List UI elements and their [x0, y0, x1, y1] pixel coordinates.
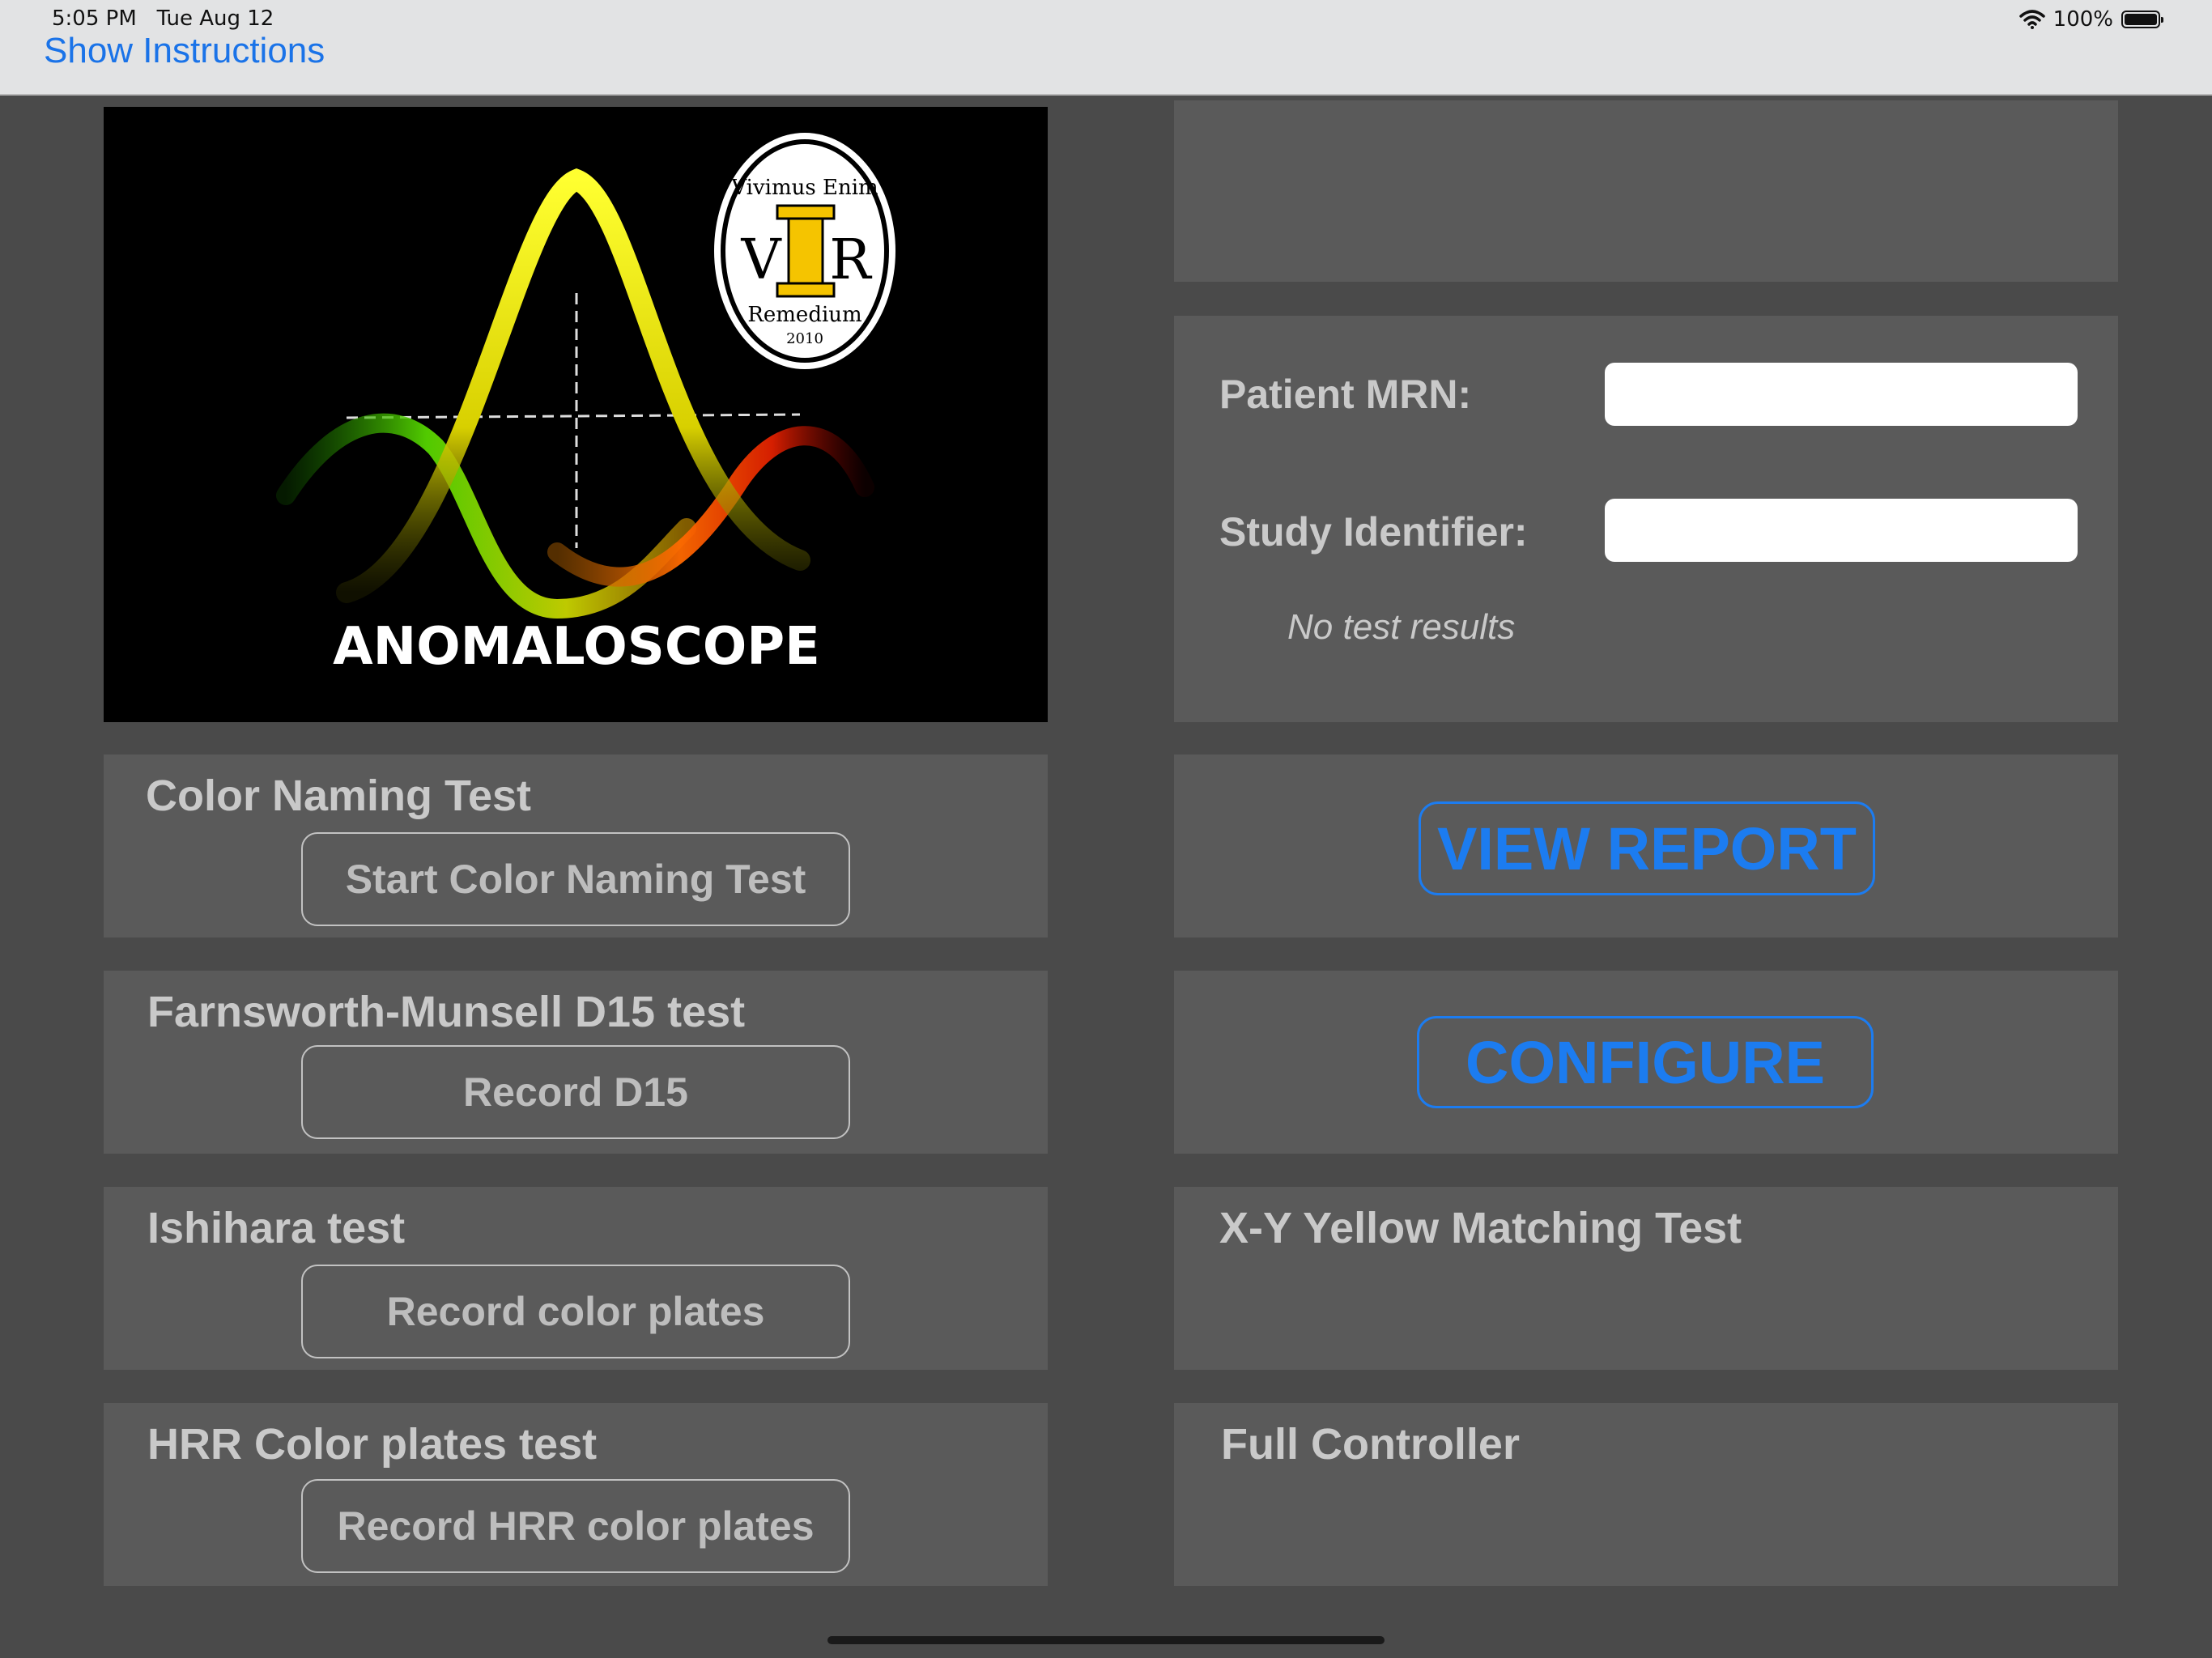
ishihara-panel: Ishihara test Record color plates — [104, 1187, 1048, 1370]
logo-artwork: Vivimus Enim V I R Remedium 2010 ANOMALO… — [276, 133, 895, 677]
wifi-icon — [2018, 10, 2045, 29]
battery-percent: 100% — [2052, 7, 2113, 32]
ishihara-title: Ishihara test — [147, 1204, 406, 1252]
seal-year: 2010 — [786, 330, 823, 347]
patient-info-panel: Patient MRN: Study Identifier: No test r… — [1174, 316, 2118, 722]
status-clock: 5:05 PM — [52, 6, 137, 31]
view-report-panel: VIEW REPORT — [1174, 755, 2118, 937]
patient-mrn-label: Patient MRN: — [1219, 372, 1472, 417]
show-instructions-button[interactable]: Show Instructions — [44, 31, 325, 71]
status-time: 5:05 PM Tue Aug 12 — [52, 6, 274, 31]
battery-icon — [2121, 11, 2163, 28]
start-color-naming-button[interactable]: Start Color Naming Test — [301, 832, 850, 926]
patient-mrn-input[interactable] — [1605, 363, 2078, 426]
full-controller-title: Full Controller — [1221, 1420, 1520, 1469]
seal-emblem: Vivimus Enim V I R Remedium 2010 — [714, 133, 895, 369]
seal-bottom-text: Remedium — [747, 303, 861, 327]
record-d15-button[interactable]: Record D15 — [301, 1045, 850, 1139]
hrr-title: HRR Color plates test — [147, 1420, 598, 1469]
color-naming-title: Color Naming Test — [146, 772, 532, 820]
seal-top-text: Vivimus Enim — [730, 176, 878, 200]
xy-yellow-panel[interactable]: X-Y Yellow Matching Test — [1174, 1187, 2118, 1370]
configure-button[interactable]: CONFIGURE — [1417, 1016, 1874, 1108]
logo-title: ANOMALOSCOPE — [333, 617, 820, 677]
d15-title: Farnsworth-Munsell D15 test — [147, 988, 746, 1036]
no-results-text: No test results — [1287, 607, 1516, 647]
configure-panel: CONFIGURE — [1174, 971, 2118, 1154]
study-identifier-label: Study Identifier: — [1219, 509, 1528, 555]
seal-left-letter: V — [740, 228, 782, 292]
home-indicator[interactable] — [827, 1636, 1385, 1644]
status-indicators: 100% — [2018, 6, 2163, 32]
seal-right-letter: R — [829, 228, 872, 292]
study-identifier-input[interactable] — [1605, 499, 2078, 562]
xy-yellow-title: X-Y Yellow Matching Test — [1219, 1204, 1742, 1252]
record-color-plates-button[interactable]: Record color plates — [301, 1265, 850, 1358]
full-controller-panel[interactable]: Full Controller — [1174, 1403, 2118, 1586]
color-naming-panel: Color Naming Test Start Color Naming Tes… — [104, 755, 1048, 937]
record-hrr-plates-button[interactable]: Record HRR color plates — [301, 1479, 850, 1573]
horizontal-dashed-line — [346, 413, 801, 419]
top-right-panel — [1174, 100, 2118, 282]
view-report-button[interactable]: VIEW REPORT — [1419, 801, 1875, 895]
hrr-panel: HRR Color plates test Record HRR color p… — [104, 1403, 1048, 1586]
d15-panel: Farnsworth-Munsell D15 test Record D15 — [104, 971, 1048, 1154]
status-date: Tue Aug 12 — [156, 6, 274, 31]
anomaloscope-logo: Vivimus Enim V I R Remedium 2010 ANOMALO… — [104, 107, 1048, 722]
top-bar: 5:05 PM Tue Aug 12 100% Show Instruction… — [0, 0, 2212, 96]
